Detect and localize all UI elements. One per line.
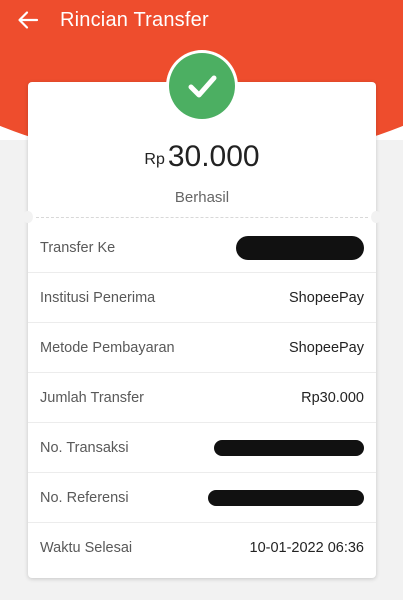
page-title: Rincian Transfer (60, 8, 209, 31)
redacted-value (214, 439, 364, 456)
ticket-notch-right (371, 211, 381, 223)
amount: Rp 30.000 (28, 140, 376, 174)
redacted-value (208, 489, 364, 506)
detail-row-jumlah: Jumlah Transfer Rp30.000 (28, 373, 376, 423)
amount-currency: Rp (144, 151, 165, 168)
detail-row-metode: Metode Pembayaran ShopeePay (28, 323, 376, 373)
top-bar: Rincian Transfer (0, 0, 403, 40)
checkmark-icon (169, 53, 235, 119)
detail-label: Metode Pembayaran (40, 339, 175, 356)
detail-value: ShopeePay (289, 339, 364, 356)
detail-label: Waktu Selesai (40, 540, 133, 556)
amount-value: 30.000 (167, 140, 260, 173)
detail-value (208, 489, 364, 506)
arrow-left-icon (18, 11, 39, 29)
detail-row-waktu-selesai: Waktu Selesai 10-01-2022 06:36 (28, 523, 376, 573)
detail-label: Institusi Penerima (40, 289, 156, 306)
success-badge (166, 50, 238, 122)
redacted-value (236, 235, 364, 260)
detail-label: Transfer Ke (40, 239, 116, 256)
detail-value (214, 439, 364, 456)
back-button[interactable] (8, 0, 48, 40)
detail-value (236, 235, 364, 260)
detail-label: Jumlah Transfer (40, 389, 144, 406)
ticket-notch-left (23, 211, 33, 223)
transfer-detail-card: Rp 30.000 Berhasil Transfer Ke Institusi … (23, 50, 381, 578)
status-text: Berhasil (174, 189, 230, 206)
detail-value: 10-01-2022 06:36 (249, 540, 365, 556)
detail-list: Transfer Ke Institusi Penerima ShopeePay… (28, 223, 376, 573)
detail-row-institusi: Institusi Penerima ShopeePay (28, 273, 376, 323)
detail-value: Rp30.000 (301, 389, 364, 406)
detail-row-transfer-ke: Transfer Ke (28, 223, 376, 273)
detail-label: No. Referensi (40, 489, 129, 506)
detail-row-no-referensi: No. Referensi (28, 473, 376, 523)
detail-row-no-transaksi: No. Transaksi (28, 423, 376, 473)
dashed-divider (36, 217, 368, 218)
detail-value: ShopeePay (289, 289, 364, 306)
detail-label: No. Transaksi (40, 439, 129, 456)
